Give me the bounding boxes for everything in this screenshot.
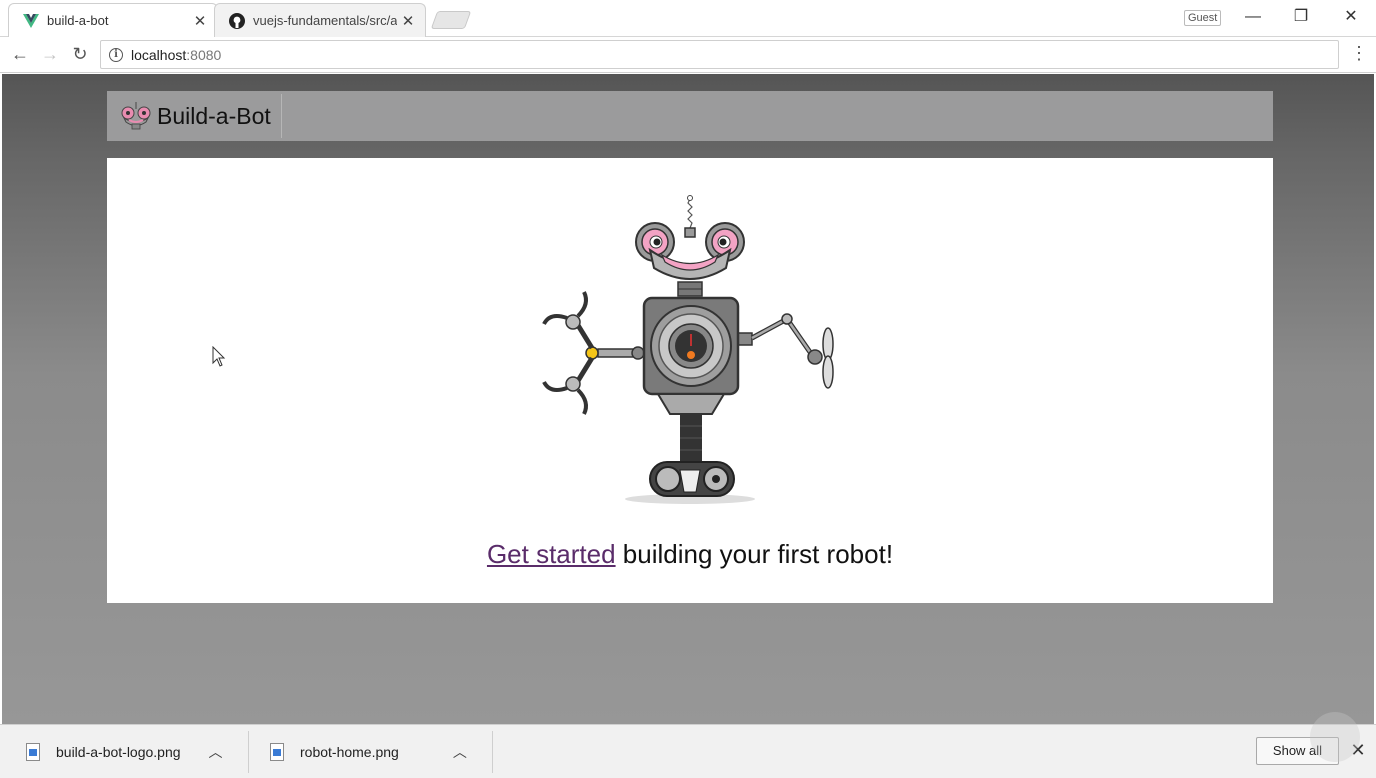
tagline-text: building your first robot! [615,539,894,569]
tab-title: vuejs-fundamentals/src/a [253,13,397,28]
chevron-up-icon[interactable]: ︿ [209,742,223,762]
mouse-cursor-icon [212,346,226,367]
close-tab-icon[interactable]: ✕ [401,12,415,30]
download-filename: build-a-bot-logo.png [56,744,181,760]
restore-icon[interactable]: ❐ [1289,6,1313,28]
vue-icon [23,13,39,29]
address-bar[interactable]: i localhost:8080 [100,40,1339,69]
tab-github[interactable]: vuejs-fundamentals/src/a ✕ [214,3,426,37]
page-viewport: Build-a-Bot Get started building your fi… [2,74,1374,724]
divider [248,731,249,773]
new-tab-button[interactable] [430,11,472,29]
tab-build-a-bot[interactable]: build-a-bot ✕ [8,3,218,37]
tab-strip: build-a-bot ✕ vuejs-fundamentals/src/a ✕… [0,0,1376,37]
app-header: Build-a-Bot [107,91,1273,141]
close-tab-icon[interactable]: ✕ [193,12,207,30]
minimize-icon[interactable]: — [1241,6,1265,28]
download-item[interactable]: robot-home.png ︿ [270,725,467,778]
robot-logo-icon [121,102,151,130]
forward-icon[interactable]: → [39,43,61,65]
tab-title: build-a-bot [47,13,109,28]
tagline: Get started building your first robot! [107,539,1273,570]
profile-badge[interactable]: Guest [1184,10,1222,26]
address-host: localhost [131,46,187,63]
browser-toolbar: ← → ↻ i localhost:8080 [0,37,1376,73]
brand-name: Build-a-Bot [157,102,271,129]
download-item[interactable]: build-a-bot-logo.png ︿ [26,725,223,778]
watermark-play-icon [1310,712,1360,762]
chevron-up-icon[interactable]: ︿ [453,742,467,762]
image-file-icon [270,743,284,761]
download-filename: robot-home.png [300,744,399,760]
info-icon[interactable]: i [109,47,123,62]
close-window-icon[interactable]: ✕ [1339,6,1363,28]
image-file-icon [26,743,40,761]
back-icon[interactable]: ← [9,43,31,65]
downloads-shelf: build-a-bot-logo.png ︿ robot-home.png ︿ … [0,724,1376,778]
github-icon [229,12,245,29]
get-started-link[interactable]: Get started [487,539,616,569]
reload-icon[interactable]: ↻ [69,43,91,65]
brand-link[interactable]: Build-a-Bot [107,94,282,138]
robot-illustration [542,195,834,504]
divider [492,731,493,773]
browser-menu-icon[interactable]: ⋮ [1350,44,1368,64]
main-panel: Get started building your first robot! [107,158,1273,603]
address-port: :8080 [186,46,222,63]
